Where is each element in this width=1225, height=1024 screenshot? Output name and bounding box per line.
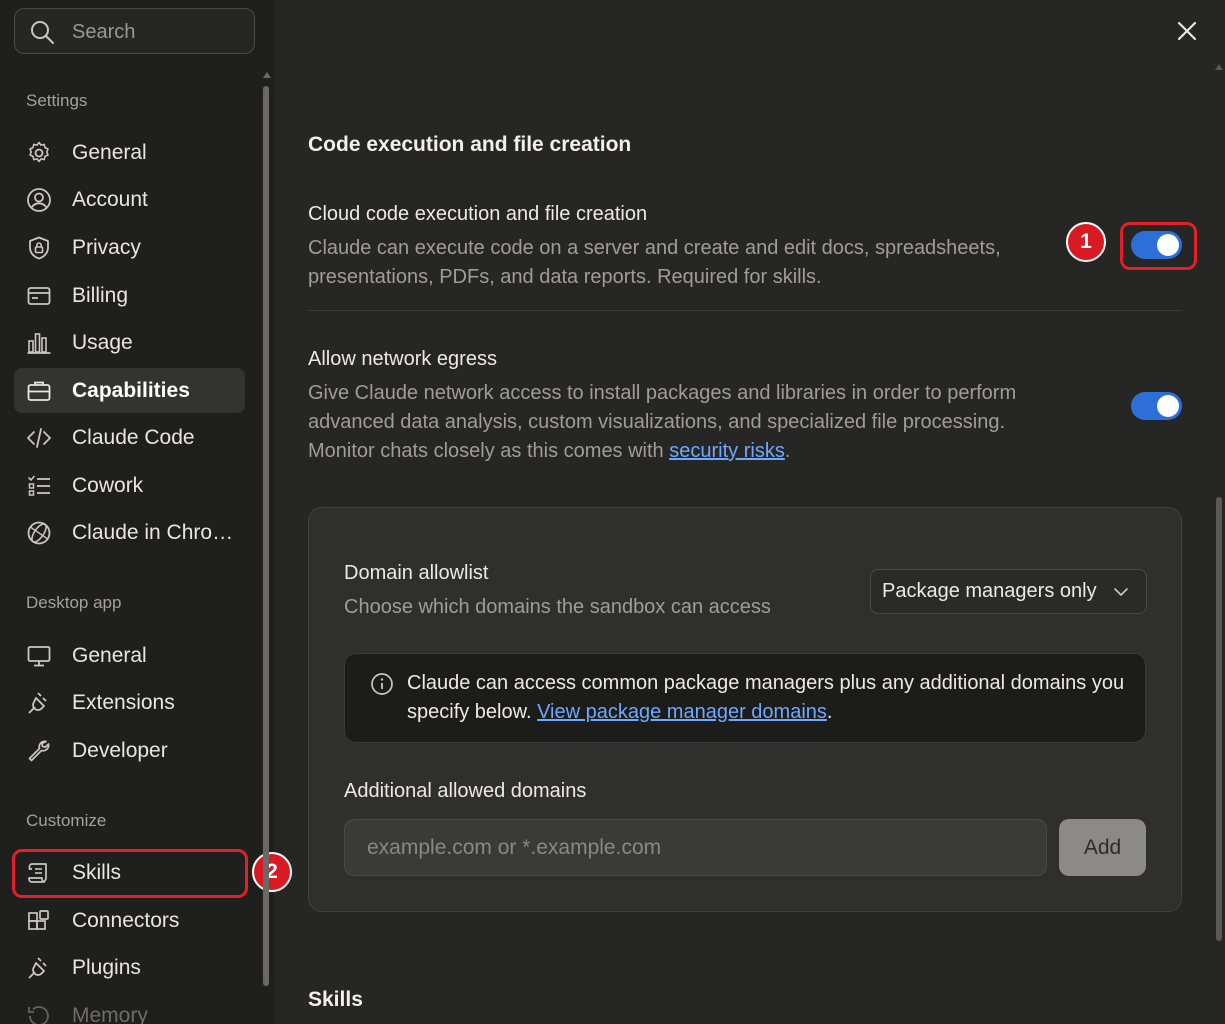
egress-description-text: Give Claude network access to install pa…	[308, 382, 1017, 462]
sidebar-item-claude-in-chrome[interactable]: Claude in Chro…	[14, 510, 245, 555]
search-placeholder: Search	[72, 21, 136, 43]
domain-allowlist-title: Domain allowlist	[344, 562, 489, 584]
sidebar-item-general[interactable]: General	[14, 130, 245, 175]
plug-icon	[28, 692, 47, 714]
sidebar-item-label: Usage	[72, 331, 133, 354]
sidebar-item-label: Plugins	[72, 956, 141, 979]
sidebar-item-developer[interactable]: Developer	[14, 728, 245, 773]
sidebar: Search Settings General Account Privacy	[0, 0, 292, 1024]
section-title-code-execution: Code execution and file creation	[308, 133, 632, 156]
sidebar-item-billing[interactable]: Billing	[14, 273, 245, 318]
sidebar-item-label: Claude Code	[72, 426, 195, 449]
cloud-execution-title: Cloud code execution and file creation	[308, 203, 648, 225]
sidebar-item-cowork[interactable]: Cowork	[14, 463, 245, 508]
chevron-down-icon	[1114, 588, 1128, 596]
annotation-badge-1: 1	[1066, 222, 1106, 262]
user-circle-icon	[27, 188, 51, 212]
sidebar-scrollbar[interactable]	[263, 86, 269, 986]
domain-allowlist-select[interactable]: Package managers only	[870, 569, 1147, 614]
sidebar-item-label: Account	[72, 188, 148, 211]
sidebar-item-label: Capabilities	[72, 379, 190, 402]
section-label-desktop-app: Desktop app	[26, 593, 122, 612]
sidebar-scroll-up-arrow[interactable]	[263, 72, 271, 78]
egress-description-end: .	[784, 440, 791, 462]
section-label-customize: Customize	[26, 811, 107, 830]
sidebar-item-privacy[interactable]: Privacy	[14, 225, 245, 270]
sidebar-item-label: Cowork	[72, 474, 144, 497]
info-box: Claude can access common package manager…	[344, 653, 1146, 743]
network-egress-title: Allow network egress	[308, 348, 497, 370]
sidebar-item-account[interactable]: Account	[14, 177, 245, 222]
section-title-skills: Skills	[308, 988, 363, 1011]
memory-icon	[28, 1006, 49, 1024]
wrench-icon	[28, 740, 50, 762]
view-package-manager-domains-link[interactable]: View package manager domains	[537, 701, 827, 723]
sidebar-item-label: Extensions	[72, 691, 175, 714]
sidebar-item-usage[interactable]: Usage	[14, 320, 245, 365]
cloud-execution-description: Claude can execute code on a server and …	[308, 237, 1001, 288]
toggle-knob	[1157, 395, 1179, 417]
main-scroll-up-arrow[interactable]	[1215, 64, 1223, 70]
sidebar-item-label: Claude in Chro…	[72, 521, 234, 544]
main-scrollbar[interactable]	[1216, 497, 1222, 941]
network-egress-toggle[interactable]	[1131, 392, 1182, 420]
sidebar-item-label: General	[72, 141, 147, 164]
search-icon	[31, 21, 54, 44]
sidebar-item-connectors[interactable]: Connectors	[14, 898, 245, 943]
additional-domains-label: Additional allowed domains	[344, 780, 587, 802]
add-domain-button[interactable]: Add	[1059, 819, 1146, 876]
sidebar-item-claude-code[interactable]: Claude Code	[14, 415, 245, 460]
sidebar-item-desktop-general[interactable]: General	[14, 633, 245, 678]
credit-card-icon	[27, 287, 51, 305]
info-text: Claude can access common package manager…	[407, 669, 1127, 727]
sidebar-item-memory[interactable]: Memory	[14, 993, 245, 1024]
bar-chart-icon	[27, 333, 51, 354]
info-text-end: .	[826, 701, 833, 723]
sidebar-item-capabilities[interactable]: Capabilities	[14, 368, 245, 413]
divider	[308, 310, 1182, 311]
sidebar-item-extensions[interactable]: Extensions	[14, 680, 245, 725]
section-label-settings: Settings	[26, 91, 88, 110]
gear-icon	[29, 141, 49, 163]
annotation-badge-2: 2	[252, 852, 292, 892]
sidebar-item-label: Memory	[72, 1004, 148, 1024]
sidebar-item-label: Developer	[72, 739, 168, 762]
globe-icon	[27, 521, 51, 545]
code-icon	[27, 428, 51, 448]
select-value: Package managers only	[882, 580, 1097, 602]
monitor-icon	[27, 646, 51, 667]
sidebar-item-label: General	[72, 644, 147, 667]
domain-allowlist-description: Choose which domains the sandbox can acc…	[344, 596, 771, 618]
toggle-highlight-box	[1120, 222, 1197, 270]
close-icon[interactable]	[1174, 18, 1200, 44]
search-box[interactable]: Search	[14, 8, 255, 54]
skills-highlight-box	[12, 849, 248, 898]
sidebar-item-label: Billing	[72, 284, 129, 307]
blocks-icon	[28, 910, 49, 930]
sidebar-item-label: Privacy	[72, 236, 141, 259]
security-risks-link[interactable]: security risks	[669, 440, 785, 462]
plug-icon	[28, 957, 47, 979]
sidebar-item-plugins[interactable]: Plugins	[14, 945, 245, 990]
info-icon	[371, 673, 393, 695]
checklist-icon	[28, 475, 50, 496]
domain-input[interactable]	[344, 819, 1047, 876]
shield-lock-icon	[29, 236, 49, 260]
sidebar-item-label: Connectors	[72, 909, 180, 932]
network-egress-description: Give Claude network access to install pa…	[308, 379, 1068, 466]
briefcase-icon	[27, 381, 51, 401]
